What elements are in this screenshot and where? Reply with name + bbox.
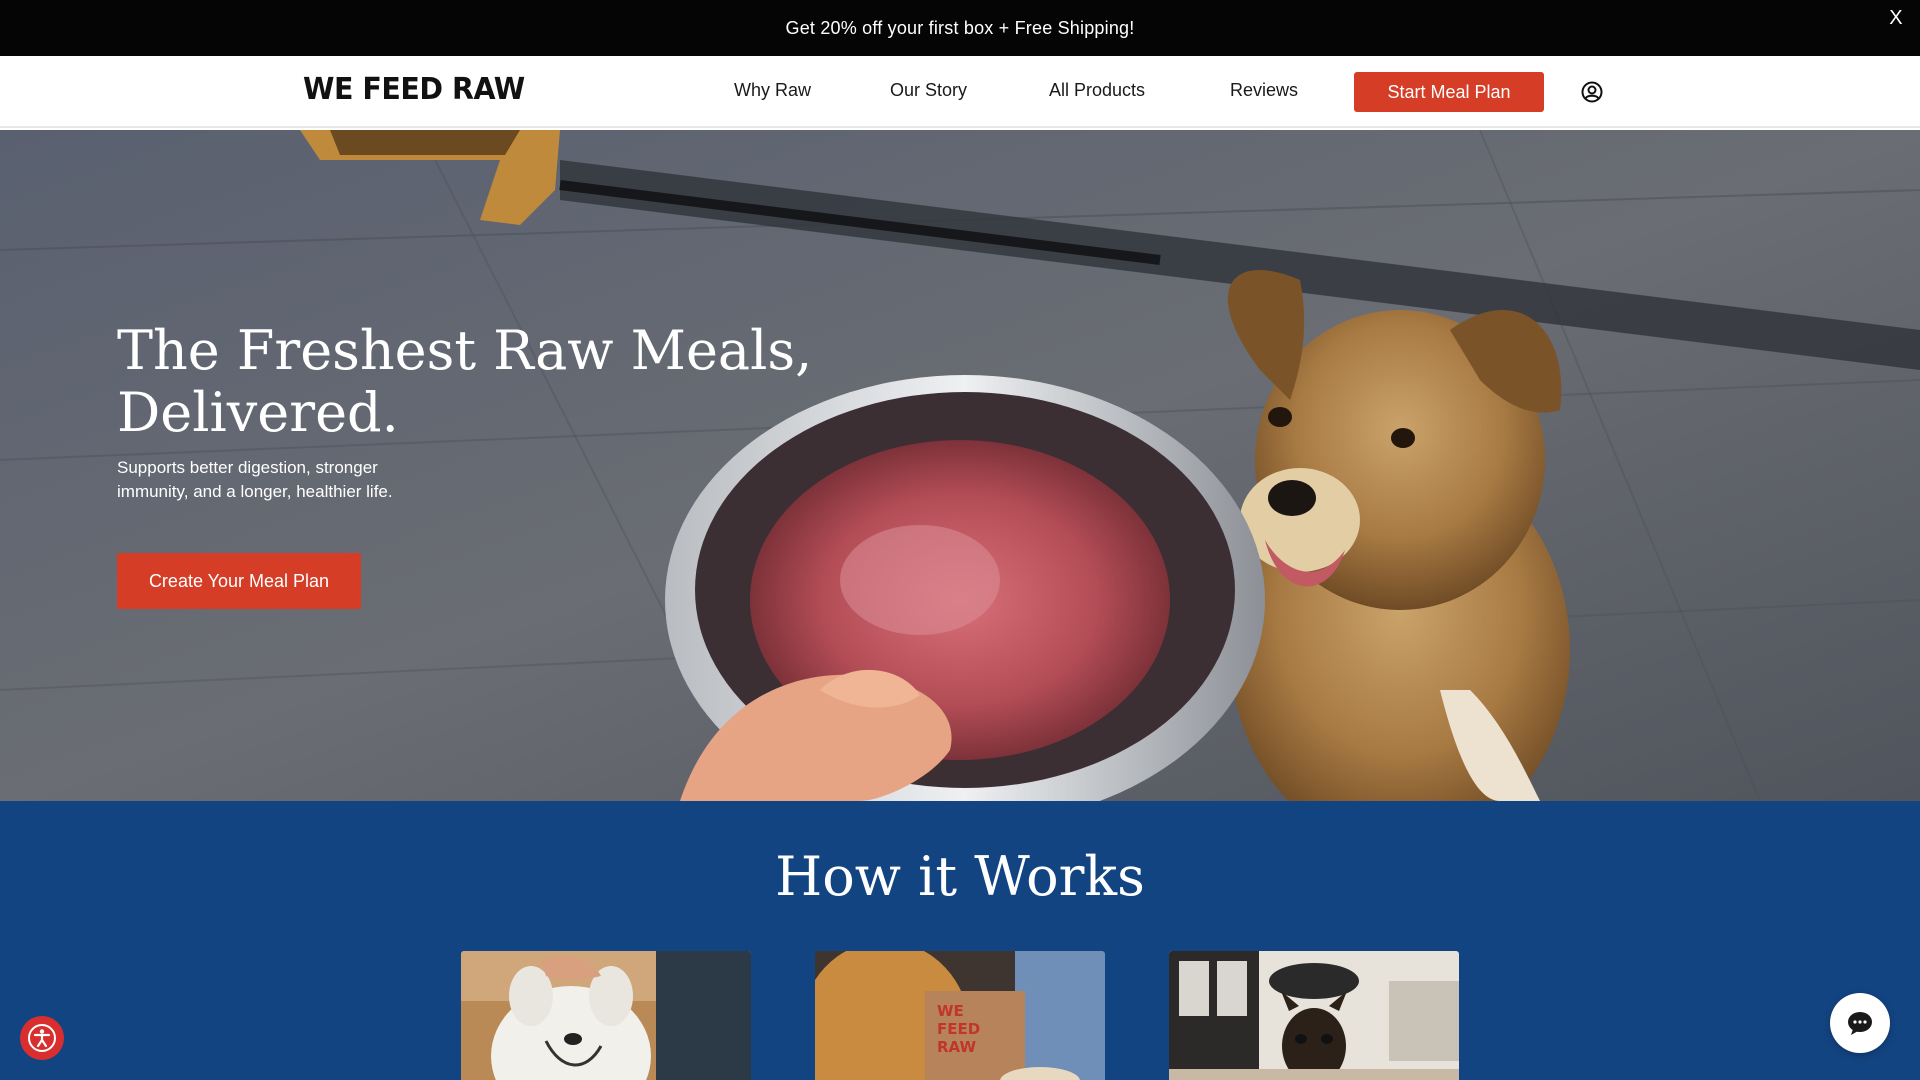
announcement-bar: Get 20% off your first box + Free Shippi… xyxy=(0,0,1920,56)
golden-dog-with-we-feed-raw-box-photo: WE FEED RAW xyxy=(815,951,1105,1080)
step-card-1 xyxy=(461,951,751,1080)
nav-our-story[interactable]: Our Story xyxy=(890,80,967,101)
step-card-3 xyxy=(1169,951,1459,1080)
site-header: WE FEED RAW Why Raw Our Story All Produc… xyxy=(0,56,1920,128)
box-label-text: WE xyxy=(937,1002,964,1020)
nav-why-raw[interactable]: Why Raw xyxy=(734,80,811,101)
chat-bubble-icon[interactable] xyxy=(1830,993,1890,1053)
step-card-2: WE FEED RAW xyxy=(815,951,1105,1080)
create-meal-plan-button[interactable]: Create Your Meal Plan xyxy=(117,553,361,609)
hero-section: The Freshest Raw Meals, Delivered. Suppo… xyxy=(0,130,1920,801)
close-icon[interactable]: X xyxy=(1882,2,1910,34)
hero-subtitle: Supports better digestion, stronger immu… xyxy=(117,458,393,501)
nav-all-products[interactable]: All Products xyxy=(1049,80,1145,101)
logo[interactable]: WE FEED RAW xyxy=(303,72,525,107)
white-dog-being-petted-photo xyxy=(461,951,751,1080)
user-circle-icon[interactable] xyxy=(1580,80,1604,104)
how-it-works-section: How it Works WE FEED RAW xyxy=(0,801,1920,1080)
announcement-text: Get 20% off your first box + Free Shippi… xyxy=(785,17,1135,38)
start-meal-plan-button[interactable]: Start Meal Plan xyxy=(1354,72,1544,112)
svg-text:FEED: FEED xyxy=(937,1020,980,1038)
nav-reviews[interactable]: Reviews xyxy=(1230,80,1298,101)
hero-title: The Freshest Raw Meals, Delivered. xyxy=(117,319,813,444)
small-dog-with-food-bowl-photo xyxy=(1169,951,1459,1080)
section-title: How it Works xyxy=(775,845,1145,908)
svg-text:RAW: RAW xyxy=(937,1038,976,1056)
accessibility-icon[interactable] xyxy=(20,1016,64,1060)
